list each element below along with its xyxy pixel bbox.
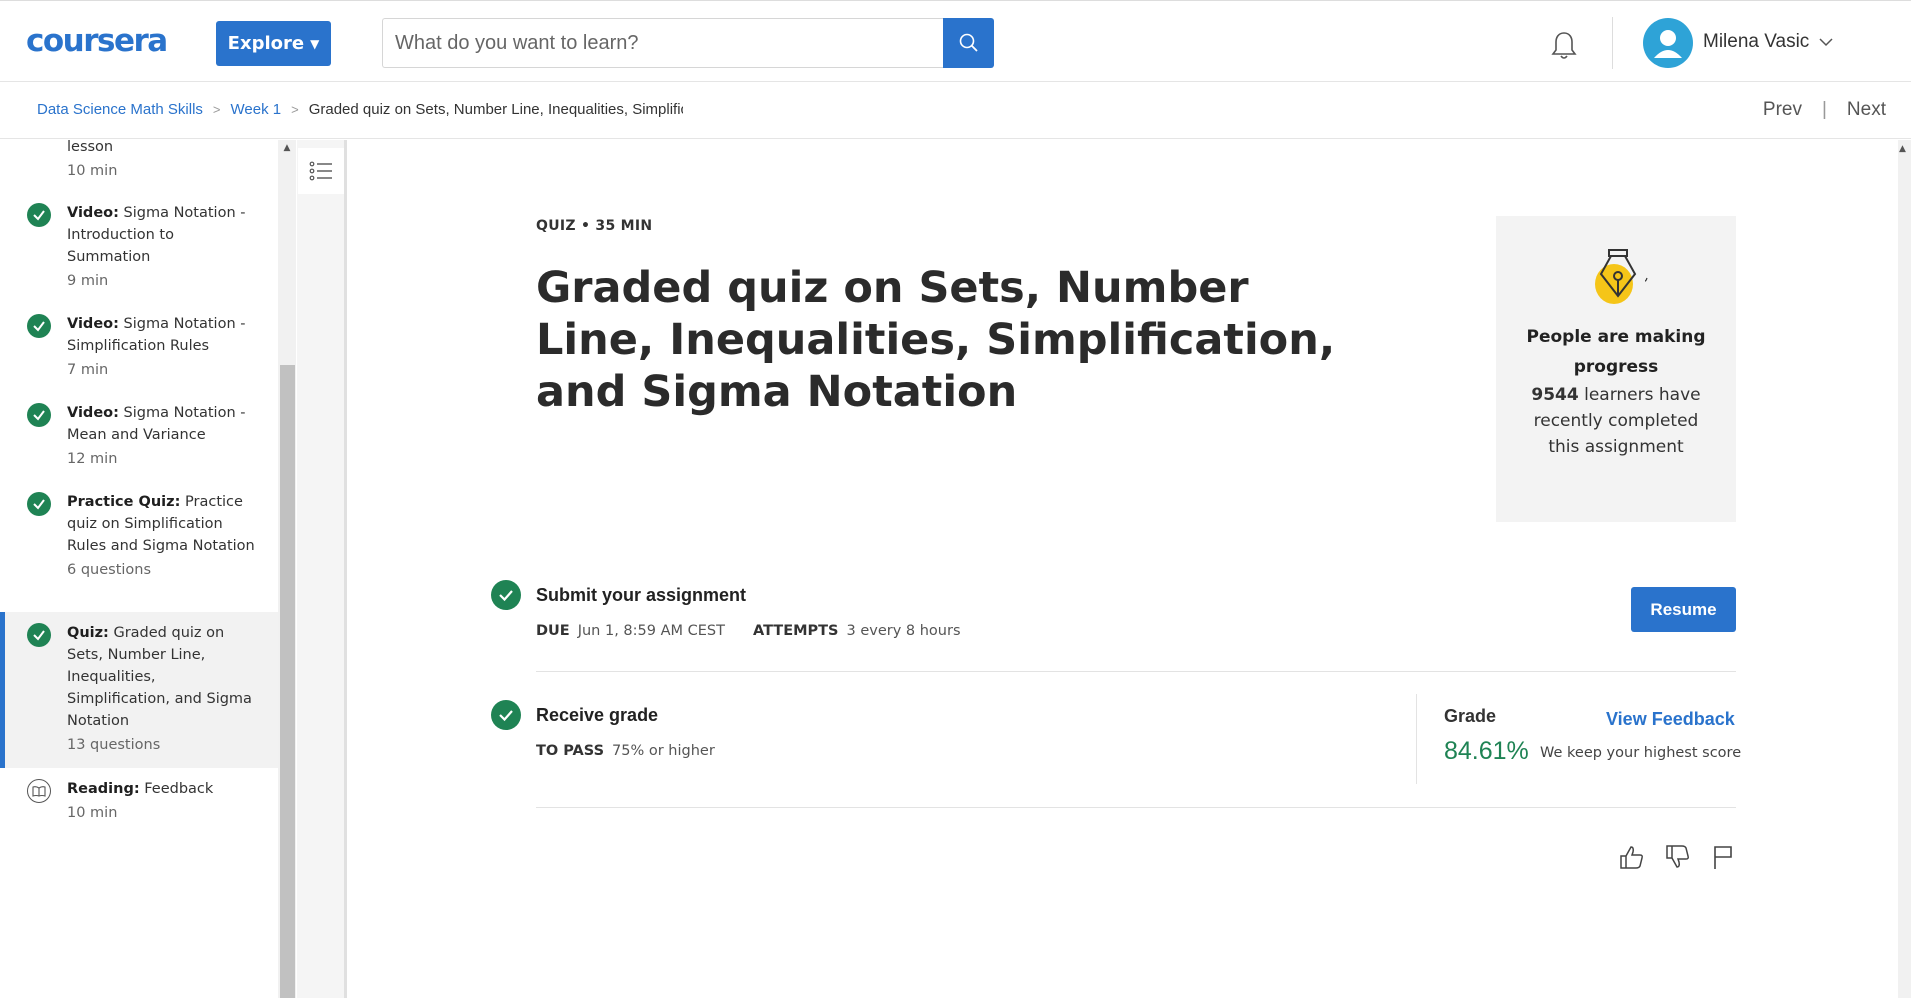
check-icon [27, 492, 51, 516]
sidebar-item-title: lesson [67, 140, 114, 155]
progress-heading: People are making progress [1526, 327, 1706, 377]
sidebar-item-type: Video: [67, 205, 119, 221]
breadcrumb-course[interactable]: Data Science Math Skills [37, 101, 203, 118]
page-scrollbar[interactable] [1898, 140, 1911, 998]
to-pass-value: 75% or higher [612, 743, 715, 759]
check-icon [27, 203, 51, 227]
sidebar-item-meta: 10 min [67, 163, 118, 179]
sidebar-item-type: Quiz: [67, 625, 109, 641]
divider [536, 671, 1736, 672]
nav-separator: | [1821, 99, 1827, 120]
search-icon [959, 33, 978, 52]
coursera-logo[interactable]: coursera [26, 23, 168, 59]
sidebar-item-type: Practice Quiz: [67, 494, 181, 510]
prev-next-nav: Prev | Next [1763, 99, 1886, 121]
sidebar-item[interactable]: Video: Sigma Notation - Introduction to … [0, 202, 278, 292]
scroll-up-arrow-icon[interactable]: ▲ [281, 143, 293, 153]
divider [536, 807, 1736, 808]
grade-value: 84.61% [1444, 737, 1529, 765]
progress-body: 9544 learners have recently completed th… [1516, 382, 1716, 460]
progress-card: People are making progress 9544 learners… [1496, 216, 1736, 522]
check-icon [491, 580, 521, 610]
sidebar-scrollbar-thumb[interactable] [280, 365, 295, 998]
sidebar-item-meta: 6 questions [67, 562, 152, 578]
view-feedback-link[interactable]: View Feedback [1606, 709, 1735, 730]
course-sidebar: lesson 10 min Video: Sigma Notation - In… [0, 140, 278, 998]
sidebar-item-title: Feedback [144, 781, 214, 797]
due-value: Jun 1, 8:59 AM CEST [577, 623, 725, 639]
header-divider [1612, 17, 1613, 69]
grade-divider [1416, 694, 1417, 784]
chevron-down-icon: ▼ [310, 36, 320, 51]
check-icon [27, 403, 51, 427]
search-input[interactable] [382, 18, 944, 68]
explore-button[interactable]: Explore ▼ [216, 21, 331, 66]
grade-title: Receive grade [536, 705, 659, 725]
explore-label: Explore [227, 33, 305, 54]
user-menu[interactable]: Milena Vasic [1703, 31, 1833, 53]
outline-toggle-button[interactable] [298, 148, 344, 194]
next-button[interactable]: Next [1847, 99, 1886, 121]
sidebar-item[interactable]: Video: Sigma Notation - Mean and Varianc… [0, 402, 278, 472]
breadcrumb: Data Science Math Skills > Week 1 > Grad… [37, 101, 683, 118]
prev-button[interactable]: Prev [1763, 99, 1802, 121]
sidebar-item-meta: 13 questions [67, 737, 161, 753]
attempts-label: ATTEMPTS [752, 623, 839, 639]
chevron-down-icon [1819, 38, 1833, 47]
sidebar-item[interactable]: Reading: Feedback 10 min [0, 778, 278, 838]
thumbs-up-icon[interactable] [1617, 843, 1645, 871]
breadcrumb-bar: Data Science Math Skills > Week 1 > Grad… [0, 82, 1911, 139]
sidebar-item-type: Video: [67, 405, 119, 421]
top-header: coursera Explore ▼ Milena Vasic [0, 0, 1911, 82]
check-icon [27, 623, 51, 647]
pen-nib-icon [1595, 249, 1648, 304]
username: Milena Vasic [1703, 31, 1810, 52]
list-icon [309, 161, 332, 181]
due-label: DUE [536, 623, 570, 639]
book-icon [27, 779, 51, 803]
search-button[interactable] [943, 18, 994, 68]
check-icon [491, 700, 521, 730]
avatar[interactable] [1643, 18, 1693, 68]
sidebar-item-meta: 10 min [67, 805, 118, 821]
learner-count: 9544 [1531, 385, 1579, 405]
sidebar-item[interactable]: Practice Quiz: Practice quiz on Simplifi… [0, 491, 278, 605]
sidebar-item-meta: 9 min [67, 273, 109, 289]
sidebar-item-type: Reading: [67, 781, 140, 797]
sidebar-item[interactable]: Video: Sigma Notation - Simplification R… [0, 313, 278, 383]
sidebar-item-meta: 12 min [67, 451, 118, 467]
sidebar-item-type: Video: [67, 316, 119, 332]
feedback-icons [1617, 843, 1737, 871]
sidebar-item-meta: 7 min [67, 362, 109, 378]
resume-button[interactable]: Resume [1631, 587, 1736, 632]
thumbs-down-icon[interactable] [1663, 843, 1691, 871]
grade-label: Grade [1444, 706, 1497, 726]
grade-note: We keep your highest score [1540, 745, 1742, 761]
to-pass-label: TO PASS [536, 743, 605, 759]
grade-meta: TO PASS 75% or higher [536, 743, 715, 759]
flag-icon[interactable] [1709, 843, 1737, 871]
chevron-right-icon: > [212, 102, 221, 117]
chevron-right-icon: > [291, 102, 299, 117]
submit-title: Submit your assignment [536, 585, 747, 605]
submit-meta: DUE Jun 1, 8:59 AM CEST ATTEMPTS 3 every… [536, 623, 961, 639]
sidebar-toggle-column [297, 140, 347, 998]
breadcrumb-current: Graded quiz on Sets, Number Line, Inequa… [308, 101, 683, 118]
page-title: Graded quiz on Sets, Number Line, Inequa… [536, 263, 1336, 417]
check-icon [27, 314, 51, 338]
scroll-up-arrow-icon[interactable]: ▲ [1899, 144, 1906, 154]
breadcrumb-week[interactable]: Week 1 [231, 101, 282, 118]
notifications-bell-icon[interactable] [1547, 29, 1583, 65]
sidebar-item[interactable]: lesson 10 min [0, 140, 278, 182]
quiz-label: QUIZ • 35 MIN [536, 218, 653, 234]
attempts-value: 3 every 8 hours [846, 623, 961, 639]
sidebar-item-active[interactable]: Quiz: Graded quiz on Sets, Number Line, … [0, 612, 278, 768]
